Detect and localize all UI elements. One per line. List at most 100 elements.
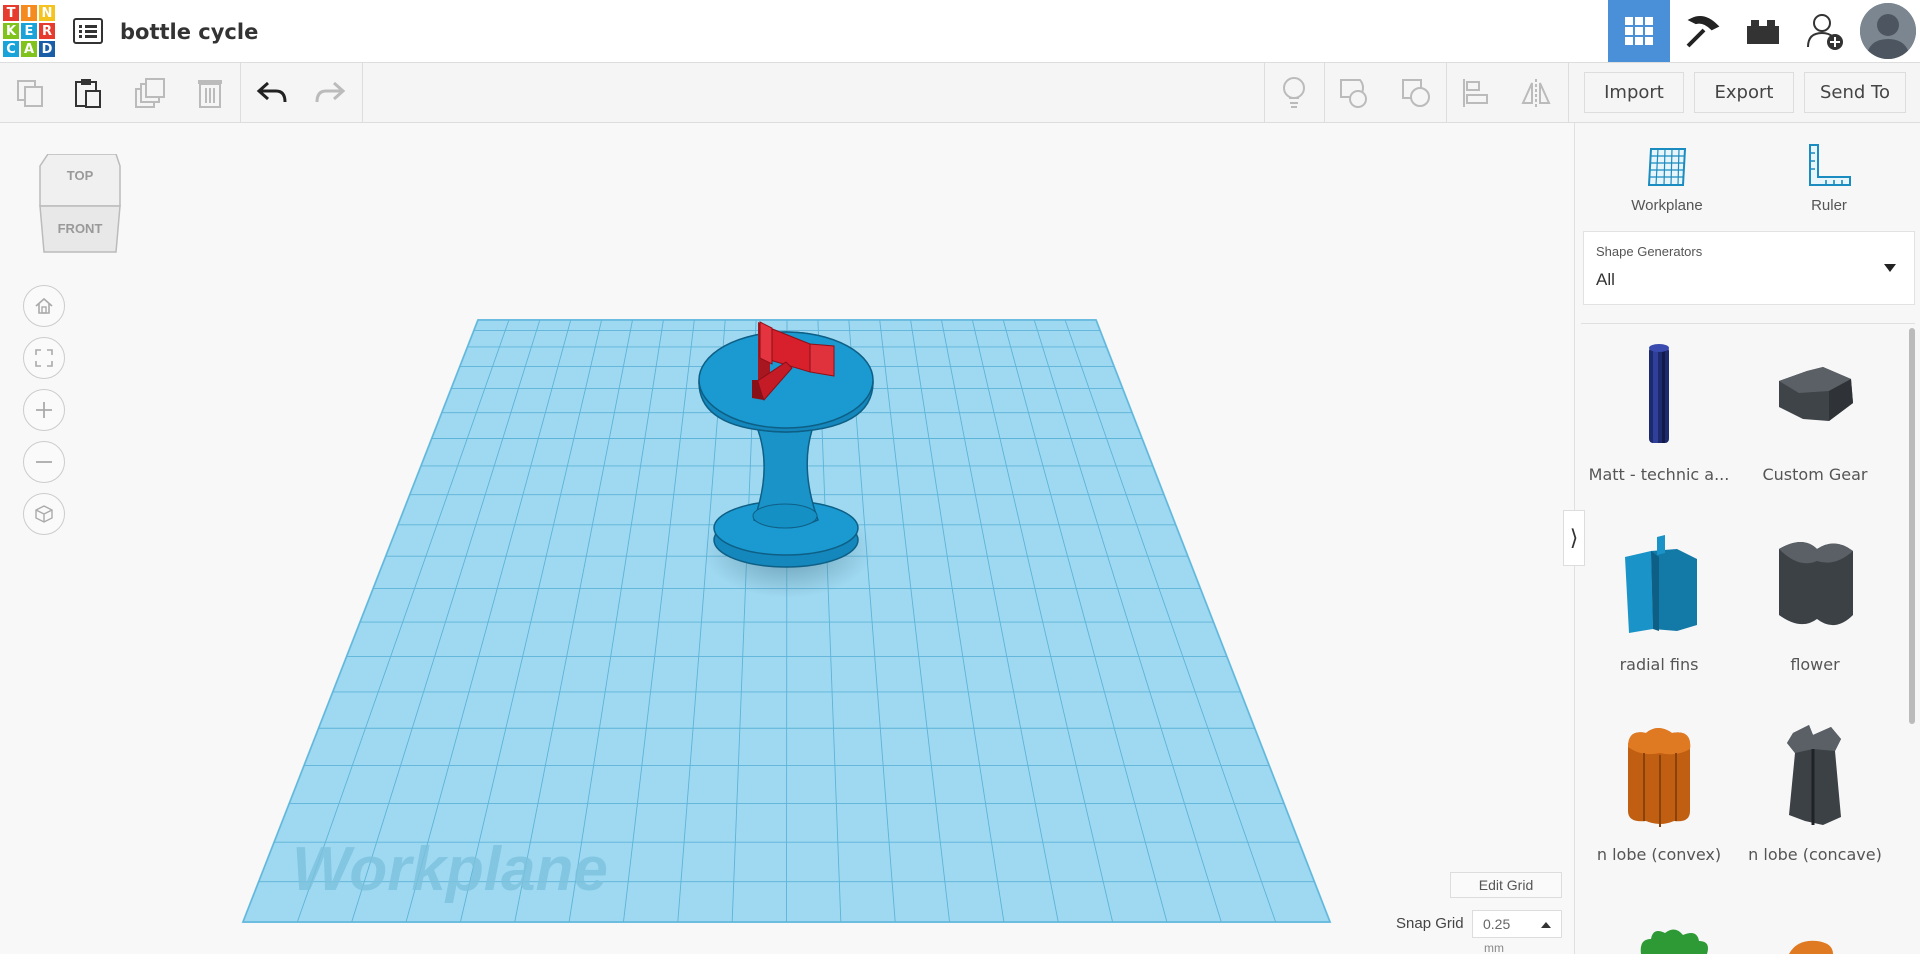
- perspective-icon: [35, 505, 53, 523]
- codeblocks-button[interactable]: [1670, 0, 1732, 62]
- logo-letter: C: [2, 40, 20, 58]
- zoom-out-button[interactable]: [23, 441, 65, 483]
- delete-button[interactable]: [190, 73, 230, 113]
- shape-generators-value: All: [1596, 270, 1615, 289]
- bricks-icon: [1747, 20, 1779, 44]
- export-button[interactable]: Export: [1694, 72, 1794, 113]
- fit-view-icon: [35, 349, 53, 367]
- notes-button[interactable]: [1274, 73, 1314, 113]
- shape-item-label: Matt - technic a...: [1588, 465, 1730, 484]
- duplicate-icon: [135, 78, 165, 108]
- shape-generators-dropdown[interactable]: Shape Generators All: [1583, 231, 1915, 305]
- top-bar: T I N K E R C A D bottle cycle: [0, 0, 1920, 63]
- snap-grid-label: Snap Grid: [1396, 915, 1464, 932]
- workplane-icon: [1647, 148, 1687, 186]
- toolbar-separator: [1324, 63, 1325, 123]
- view-cube-top[interactable]: TOP: [67, 168, 94, 183]
- fit-view-button[interactable]: [23, 337, 65, 379]
- shape-item-label: n lobe (convex): [1596, 845, 1722, 864]
- home-view-icon: [35, 297, 53, 314]
- shape-item-radial-fins[interactable]: radial fins: [1585, 525, 1733, 674]
- snap-grid-select[interactable]: 0.25: [1472, 910, 1562, 938]
- undo-icon: [256, 81, 287, 103]
- redo-icon: [315, 81, 346, 103]
- shape-item-label: flower: [1790, 655, 1840, 674]
- zoom-in-button[interactable]: [23, 389, 65, 431]
- ungroup-icon: [1402, 79, 1430, 107]
- edit-grid-button[interactable]: Edit Grid: [1450, 872, 1562, 898]
- shape-item-flower[interactable]: flower: [1741, 525, 1889, 674]
- workplane-viewport[interactable]: Workplane: [0, 123, 1574, 954]
- paste-icon: [75, 79, 101, 108]
- shape-item-lobe-concave[interactable]: n lobe (concave): [1741, 715, 1889, 864]
- shape-item-label: n lobe (concave): [1748, 845, 1882, 864]
- logo-letter: A: [20, 40, 38, 58]
- group-button[interactable]: [1334, 73, 1374, 113]
- workplane-watermark: Workplane: [292, 835, 608, 904]
- workplane-tool-label: Workplane: [1631, 197, 1703, 214]
- view-cube-front[interactable]: FRONT: [58, 221, 103, 236]
- ungroup-button[interactable]: [1396, 73, 1436, 113]
- duplicate-button[interactable]: [130, 73, 170, 113]
- perspective-button[interactable]: [23, 493, 65, 535]
- tinkercad-logo[interactable]: T I N K E R C A D: [2, 4, 56, 58]
- copy-button[interactable]: [10, 73, 50, 113]
- bricks-button[interactable]: [1732, 0, 1794, 62]
- project-title[interactable]: bottle cycle: [120, 20, 258, 44]
- home-view-button[interactable]: [23, 285, 65, 327]
- flower-shape-icon: [1779, 542, 1853, 626]
- view-cube[interactable]: TOP FRONT: [36, 154, 124, 254]
- redo-button[interactable]: [310, 73, 350, 113]
- panel-collapse-button[interactable]: ⟩: [1563, 510, 1585, 566]
- import-button[interactable]: Import: [1584, 72, 1684, 113]
- group-icon: [1340, 79, 1367, 108]
- toolbar-separator: [1264, 63, 1265, 123]
- model-stem-foot: [752, 503, 818, 529]
- logo-letter: T: [2, 4, 20, 22]
- lobe-convex-icon: [1628, 728, 1691, 827]
- design-list-button[interactable]: [72, 16, 104, 46]
- shape-generators-label: Shape Generators: [1596, 244, 1703, 259]
- workplane-tool[interactable]: Workplane: [1607, 137, 1727, 214]
- zoom-in-icon: [36, 402, 52, 418]
- 3d-design-icon: [1625, 17, 1653, 45]
- send-to-button[interactable]: Send To: [1804, 72, 1906, 113]
- edit-toolbar: Import Export Send To: [0, 63, 1920, 123]
- snap-grid-value: 0.25: [1483, 916, 1511, 932]
- shape-item-partial-green[interactable]: [1637, 925, 1711, 954]
- ruler-tool[interactable]: Ruler: [1769, 137, 1889, 214]
- paste-button[interactable]: [68, 73, 108, 113]
- codeblocks-icon: [1686, 16, 1720, 48]
- shapes-scrollbar[interactable]: [1909, 328, 1915, 724]
- add-user-button[interactable]: [1794, 0, 1856, 62]
- lobe-concave-icon: [1787, 725, 1841, 825]
- logo-letter: N: [38, 4, 56, 22]
- 3d-design-button[interactable]: [1608, 0, 1670, 62]
- mirror-button[interactable]: [1516, 73, 1556, 113]
- panel-divider: [1581, 323, 1915, 324]
- add-user-icon: [1807, 14, 1843, 50]
- shape-item-custom-gear[interactable]: Custom Gear: [1741, 335, 1889, 484]
- snap-grid-unit: mm: [1484, 941, 1504, 954]
- shape-item-label: radial fins: [1619, 655, 1699, 674]
- user-avatar-button[interactable]: [1856, 0, 1920, 62]
- shape-item-lobe-convex[interactable]: n lobe (convex): [1585, 715, 1733, 864]
- delete-icon: [198, 80, 222, 108]
- undo-button[interactable]: [252, 73, 292, 113]
- menu-list-icon: [73, 18, 103, 44]
- logo-letter: D: [38, 40, 56, 58]
- gear-shape-icon: [1779, 367, 1853, 421]
- toolbar-separator: [240, 63, 241, 123]
- shapes-panel: Workplane Ruler Shape Generators All Mat…: [1574, 123, 1920, 954]
- logo-letter: K: [2, 22, 20, 40]
- chevron-right-icon: ⟩: [1569, 525, 1579, 550]
- toolbar-separator: [1446, 63, 1447, 123]
- lightbulb-icon: [1283, 77, 1305, 108]
- mirror-icon: [1521, 79, 1551, 107]
- align-button[interactable]: [1456, 73, 1496, 113]
- logo-letter: R: [38, 22, 56, 40]
- toolbar-separator: [362, 63, 363, 123]
- shape-item-partial-orange[interactable]: [1787, 939, 1835, 954]
- align-icon: [1463, 79, 1488, 107]
- shape-item-technic-axle[interactable]: Matt - technic a...: [1585, 335, 1733, 484]
